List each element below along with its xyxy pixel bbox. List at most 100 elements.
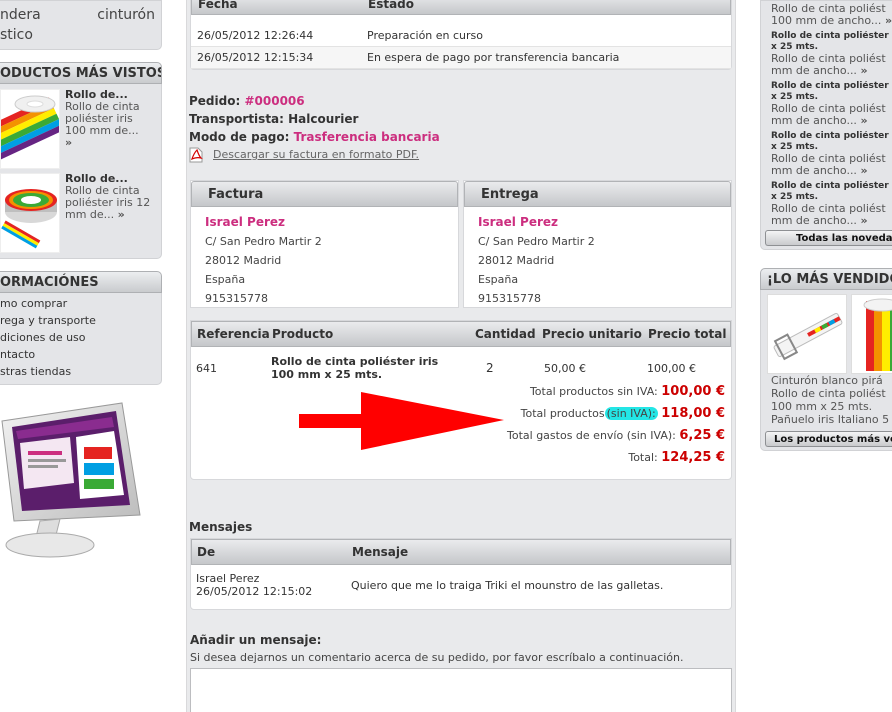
order-info: Pedido: #000006 Transportista: Halcourie… (189, 92, 440, 164)
product-name: Rollo de cinta poliéster iris 100 mm x 2… (271, 355, 439, 381)
new-products-block: Rollo de cinta poliést 100 mm de ancho..… (760, 0, 892, 250)
table-row: 26/05/2012 12:15:34 En espera de pago po… (191, 47, 731, 69)
best-seller-image[interactable] (851, 294, 892, 374)
history-state: En espera de pago por transferencia banc… (367, 51, 620, 64)
new-product[interactable]: Rollo de cinta poliést 100 mm de ancho..… (761, 3, 892, 27)
all-new-products-button[interactable]: Todas las noveda (765, 230, 892, 246)
message-textarea[interactable] (190, 668, 732, 712)
total-products-excl: 100,00 € (661, 384, 725, 399)
products-header: Referencia Producto Cantidad Precio unit… (191, 321, 731, 347)
best-sellers-button[interactable]: Los productos más ve (765, 431, 892, 447)
info-link[interactable]: mo comprar (0, 295, 161, 312)
history-header: Fecha Estado (191, 0, 731, 15)
more-chevron-icon[interactable]: » (885, 15, 892, 27)
product-qty: 2 (486, 361, 494, 375)
product-thumbnail[interactable] (0, 173, 60, 253)
info-link[interactable]: diciones de uso (0, 329, 161, 346)
order-totals: Total productos sin IVA: 100,00 € Total … (507, 384, 725, 465)
more-chevron-icon[interactable]: » (65, 137, 157, 149)
category-word[interactable]: ndera (0, 5, 41, 25)
messages-header: De Mensaje (191, 539, 731, 565)
computer-monitor-banner[interactable] (0, 397, 150, 562)
product-desc: Rollo de cinta poliéster iris 100 mm de.… (65, 100, 140, 137)
new-product[interactable]: Rollo de cinta poliéster i x 25 mts. Rol… (761, 131, 892, 177)
info-link[interactable]: stras tiendas (0, 363, 161, 380)
product-thumbnail[interactable] (0, 89, 60, 169)
total-price-column-header: Precio total (648, 327, 727, 341)
rainbow-roll-image (863, 298, 892, 371)
add-message-title: Añadir un mensaje: (190, 633, 322, 647)
best-seller-name[interactable]: 100 mm x 25 mts. (771, 400, 892, 413)
delivery-street: C/ San Pedro Martir 2 (478, 235, 595, 248)
message-author: Israel Perez (196, 572, 260, 585)
right-column: Rollo de cinta poliést 100 mm de ancho..… (760, 0, 892, 451)
best-seller-name[interactable]: Cinturón blanco pirá (771, 374, 892, 387)
info-link[interactable]: ntacto (0, 346, 161, 363)
category-word[interactable]: cinturón (97, 5, 155, 25)
history-date: 26/05/2012 12:26:44 (197, 29, 314, 42)
best-seller-name[interactable]: Rollo de cinta poliést (771, 387, 892, 400)
table-row: 26/05/2012 12:26:44 Preparación en curso (191, 25, 731, 47)
state-column-header: Estado (368, 0, 415, 11)
total-shipping: 6,25 € (679, 428, 725, 443)
qty-column-header: Cantidad (475, 327, 536, 341)
invoice-address: Factura Israel Perez C/ San Pedro Martir… (190, 180, 459, 308)
invoice-city: 28012 Madrid (205, 254, 282, 267)
best-sellers-heading: ¡LO MÁS VENDIDO! (760, 268, 892, 290)
pdf-download[interactable]: Descargar su factura en formato PDF. (189, 146, 440, 164)
left-column: ndera cinturón stico ODUCTOS MÁS VISTOS (0, 0, 162, 562)
pdf-icon[interactable] (189, 147, 203, 163)
category-word[interactable]: stico (0, 25, 33, 45)
messages-table: De Mensaje Israel Perez 26/05/2012 12:15… (190, 538, 732, 610)
delivery-name: Israel Perez (478, 215, 559, 229)
pdf-download-link[interactable]: Descargar su factura en formato PDF. (213, 146, 419, 164)
more-chevron-icon[interactable]: » (860, 215, 867, 227)
add-message-hint: Si desea dejarnos un comentario acerca d… (190, 651, 684, 664)
unit-price-column-header: Precio unitario (542, 327, 642, 341)
order-number: #000006 (244, 94, 305, 108)
carrier-name: Halcourier (288, 112, 359, 126)
order-detail-panel: Fecha Estado 26/05/2012 12:26:44 Prepara… (186, 0, 736, 712)
delivery-address: Entrega Israel Perez C/ San Pedro Martir… (463, 180, 732, 308)
info-block: mo comprar rega y transporte diciones de… (0, 293, 162, 385)
red-arrow-annotation (299, 392, 504, 450)
order-history-table: Fecha Estado 26/05/2012 12:26:44 Prepara… (190, 0, 732, 70)
most-viewed-block: Rollo de... Rollo de cinta poliéster iri… (0, 84, 162, 259)
new-product[interactable]: Rollo de cinta poliéster i x 25 mts. Rol… (761, 81, 892, 127)
delivery-country: España (478, 273, 519, 286)
more-chevron-icon[interactable]: » (860, 65, 867, 77)
messages-title: Mensajes (189, 520, 253, 534)
ribbon-roll-image (1, 189, 57, 249)
product-ref: 641 (196, 361, 217, 375)
category-block: ndera cinturón stico (0, 0, 162, 50)
info-link[interactable]: rega y transporte (0, 312, 161, 329)
addresses: Factura Israel Perez C/ San Pedro Martir… (190, 180, 732, 308)
new-product[interactable]: Rollo de cinta poliéster i x 25 mts. Rol… (761, 31, 892, 77)
ref-column-header: Referencia (197, 327, 270, 341)
grand-total: 124,25 € (661, 450, 725, 465)
more-chevron-icon[interactable]: » (118, 208, 125, 221)
info-heading: ORMACIÓNES (0, 271, 162, 293)
product-column-header: Producto (272, 327, 334, 341)
rainbow-ribbon-image (1, 95, 59, 160)
new-product[interactable]: Rollo de cinta poliéster i x 25 mts. Rol… (761, 181, 892, 227)
date-column-header: Fecha (198, 0, 238, 11)
best-seller-name[interactable]: Pañuelo iris Italiano 5 (771, 413, 892, 426)
monitor-image (1, 402, 141, 558)
viewed-product[interactable]: Rollo de... Rollo de cinta poliéster iri… (0, 87, 161, 171)
payment-method: Trasferencia bancaria (293, 130, 440, 144)
history-state: Preparación en curso (367, 29, 484, 42)
invoice-name: Israel Perez (205, 215, 286, 229)
from-column-header: De (197, 545, 216, 559)
more-chevron-icon[interactable]: » (860, 165, 867, 177)
product-unit-price: 50,00 € (544, 361, 586, 375)
more-chevron-icon[interactable]: » (860, 115, 867, 127)
best-seller-image[interactable] (767, 294, 847, 374)
most-viewed-heading: ODUCTOS MÁS VISTOS (0, 62, 162, 84)
product-total-price: 100,00 € (647, 361, 696, 375)
total-products: 118,00 € (661, 406, 725, 421)
best-sellers-block: Cinturón blanco pirá Rollo de cinta poli… (760, 290, 892, 451)
delivery-city: 28012 Madrid (478, 254, 555, 267)
viewed-product[interactable]: Rollo de... Rollo de cinta poliéster iri… (0, 171, 161, 255)
table-row: Israel Perez 26/05/2012 12:15:02 Quiero … (191, 565, 731, 605)
